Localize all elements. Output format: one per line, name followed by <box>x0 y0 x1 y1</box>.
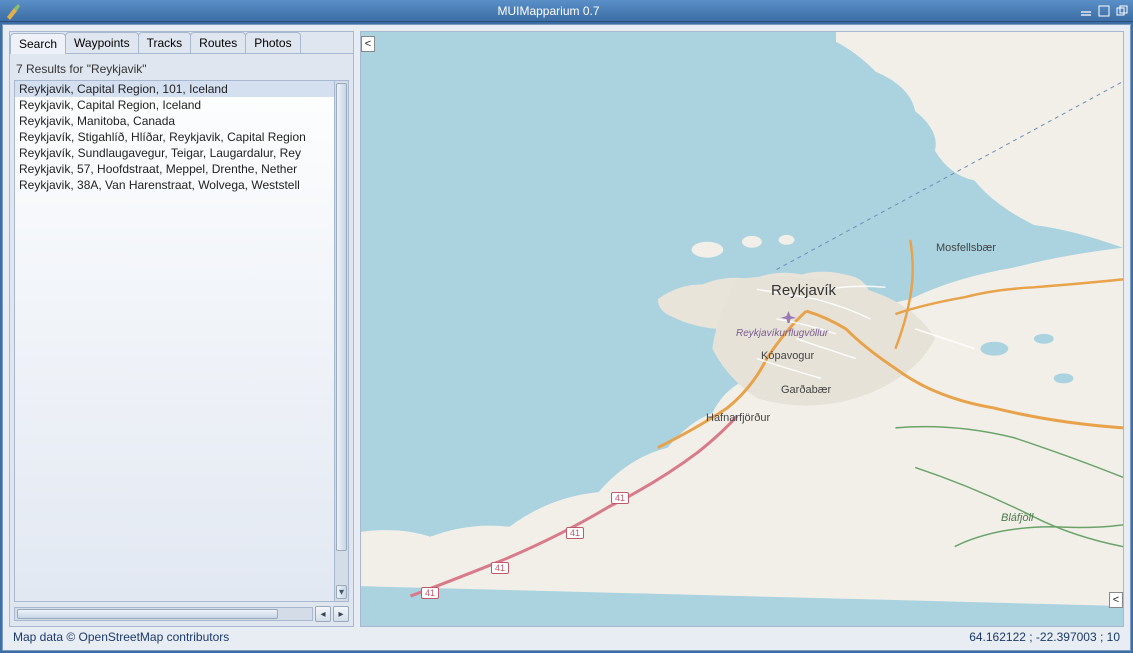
side-panel: Search Waypoints Tracks Routes Photos 7 … <box>9 31 354 627</box>
search-result[interactable]: Reykjavík, Stigahlíð, Hlíðar, Reykjavik,… <box>15 129 334 145</box>
depth-icon[interactable] <box>1115 4 1129 18</box>
results-bottom-bar: ◂ ▸ <box>14 606 349 622</box>
route-shield-41: 41 <box>491 562 509 574</box>
results-vscroll[interactable]: ▾ <box>334 81 348 601</box>
tab-search[interactable]: Search <box>10 33 66 54</box>
vscroll-thumb[interactable] <box>336 83 347 551</box>
hscroll-thumb[interactable] <box>17 609 278 619</box>
titlebar: MUIMapparium 0.7 <box>0 0 1133 22</box>
search-result[interactable]: Reykjavik, Capital Region, Iceland <box>15 97 334 113</box>
search-result[interactable]: Reykjavik, Manitoba, Canada <box>15 113 334 129</box>
tab-photos[interactable]: Photos <box>245 32 300 53</box>
route-shield-41: 41 <box>611 492 629 504</box>
search-panel: 7 Results for "Reykjavik" Reykjavik, Cap… <box>10 54 353 626</box>
search-result[interactable]: Reykjavik, Capital Region, 101, Iceland <box>15 81 334 97</box>
route-shield-41: 41 <box>421 587 439 599</box>
status-coordinates: 64.162122 ; -22.397003 ; 10 <box>969 630 1120 644</box>
status-attribution: Map data © OpenStreetMap contributors <box>13 630 229 644</box>
search-result[interactable]: Reykjavik, 57, Hoofdstraat, Meppel, Dren… <box>15 161 334 177</box>
tab-bar: Search Waypoints Tracks Routes Photos <box>10 32 353 54</box>
results-header: 7 Results for "Reykjavik" <box>14 58 349 80</box>
search-result[interactable]: Reykjavik, 38A, Van Harenstraat, Wolvega… <box>15 177 334 193</box>
minimize-icon[interactable] <box>1079 4 1093 18</box>
zoom-icon[interactable] <box>1097 4 1111 18</box>
hscroll-right-icon[interactable]: ▸ <box>333 606 349 622</box>
results-list: Reykjavik, Capital Region, 101, Iceland … <box>14 80 349 602</box>
map-panel[interactable]: < < Reykjavík Mosfellsbær Kópavogur Garð… <box>360 31 1124 627</box>
results-items: Reykjavik, Capital Region, 101, Iceland … <box>15 81 334 601</box>
hscroll-left-icon[interactable]: ◂ <box>315 606 331 622</box>
route-shield-41: 41 <box>566 527 584 539</box>
vscroll-down-icon[interactable]: ▾ <box>336 585 347 599</box>
map-canvas <box>361 32 1123 606</box>
main-area: Search Waypoints Tracks Routes Photos 7 … <box>9 31 1124 627</box>
collapse-panel-right-button[interactable]: < <box>1109 592 1123 608</box>
results-hscroll[interactable] <box>14 607 313 621</box>
tab-routes[interactable]: Routes <box>190 32 246 53</box>
tab-tracks[interactable]: Tracks <box>138 32 192 53</box>
window-title: MUIMapparium 0.7 <box>22 4 1075 18</box>
tab-waypoints[interactable]: Waypoints <box>65 32 139 53</box>
statusbar: Map data © OpenStreetMap contributors 64… <box>9 627 1124 644</box>
collapse-panel-left-button[interactable]: < <box>361 36 375 52</box>
content-frame: Search Waypoints Tracks Routes Photos 7 … <box>2 24 1131 651</box>
search-result[interactable]: Reykjavík, Sundlaugavegur, Teigar, Lauga… <box>15 145 334 161</box>
app-icon <box>4 2 22 20</box>
